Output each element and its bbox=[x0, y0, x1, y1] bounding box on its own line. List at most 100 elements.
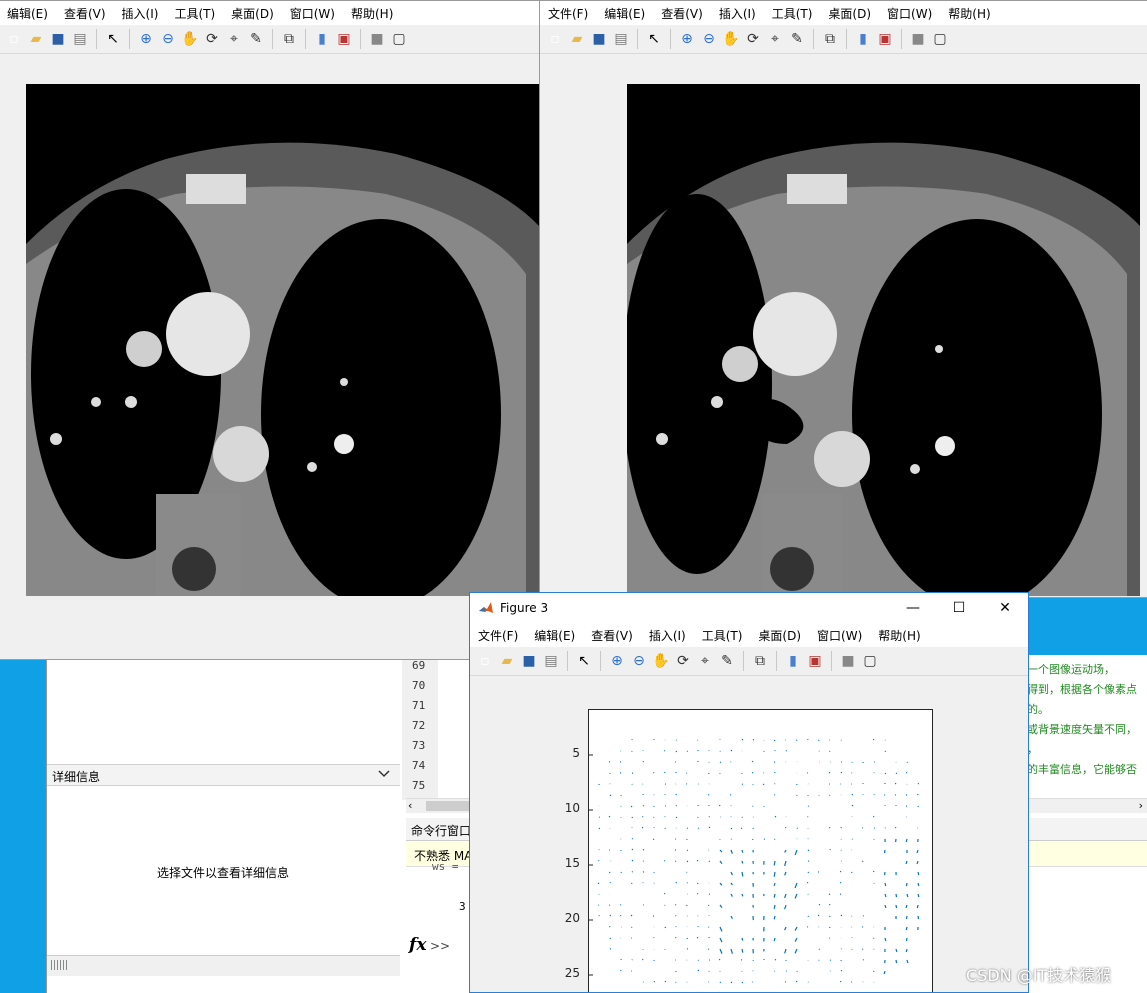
scroll-left-icon[interactable]: ‹ bbox=[408, 799, 412, 812]
toolbar-separator bbox=[901, 29, 902, 49]
zoom-in-icon[interactable]: ⊕ bbox=[608, 652, 626, 670]
zoom-in-icon[interactable]: ⊕ bbox=[137, 30, 155, 48]
dock-icon[interactable]: ▢ bbox=[931, 30, 949, 48]
close-button[interactable]: ✕ bbox=[982, 593, 1028, 623]
legend-icon[interactable]: ▣ bbox=[806, 652, 824, 670]
legend-icon[interactable]: ▣ bbox=[335, 30, 353, 48]
quiver-arrow bbox=[741, 893, 744, 897]
cmd-output-1: ws = bbox=[432, 860, 459, 873]
rotate-3d-icon[interactable]: ⟳ bbox=[674, 652, 692, 670]
quiver-arrow bbox=[839, 980, 842, 983]
select-arrow-icon[interactable]: ↖ bbox=[104, 30, 122, 48]
quiver-arrow bbox=[828, 771, 831, 774]
menu-item[interactable]: 窗口(W) bbox=[282, 5, 343, 22]
menu-item[interactable]: 桌面(D) bbox=[223, 5, 282, 22]
minimize-button[interactable]: — bbox=[890, 593, 936, 623]
menu-item[interactable]: 文件(F) bbox=[540, 5, 596, 22]
quiver-arrow bbox=[773, 904, 776, 909]
open-file-icon[interactable]: ▰ bbox=[27, 30, 45, 48]
menu-item[interactable]: 帮助(H) bbox=[940, 5, 998, 22]
menu-item[interactable]: 帮助(H) bbox=[343, 5, 401, 22]
details-header[interactable]: 详细信息 bbox=[47, 764, 400, 786]
quiver-arrow bbox=[708, 860, 711, 863]
print-icon[interactable]: ▤ bbox=[612, 30, 630, 48]
scroll-thumb[interactable] bbox=[426, 801, 471, 811]
menu-item[interactable]: 文件(F) bbox=[470, 627, 526, 644]
new-figure-icon[interactable]: ▫ bbox=[476, 652, 494, 670]
quiver-arrow bbox=[609, 937, 612, 940]
hide-tools-icon[interactable]: ■ bbox=[839, 652, 857, 670]
menu-item[interactable]: 查看(V) bbox=[583, 627, 641, 644]
pan-hand-icon[interactable]: ✋ bbox=[181, 30, 199, 48]
select-arrow-icon[interactable]: ↖ bbox=[645, 30, 663, 48]
brush-icon[interactable]: ✎ bbox=[247, 30, 265, 48]
menu-item[interactable]: 编辑(E) bbox=[596, 5, 653, 22]
dock-icon[interactable]: ▢ bbox=[390, 30, 408, 48]
brush-icon[interactable]: ✎ bbox=[788, 30, 806, 48]
zoom-in-icon[interactable]: ⊕ bbox=[678, 30, 696, 48]
data-cursor-icon[interactable]: ⌖ bbox=[225, 30, 243, 48]
menu-item[interactable]: 插入(I) bbox=[114, 5, 167, 22]
menu-item[interactable]: 查看(V) bbox=[653, 5, 711, 22]
rotate-3d-icon[interactable]: ⟳ bbox=[744, 30, 762, 48]
command-window-label: 命令行窗口 bbox=[411, 824, 472, 838]
brush-icon[interactable]: ✎ bbox=[718, 652, 736, 670]
open-file-icon[interactable]: ▰ bbox=[498, 652, 516, 670]
menu-item[interactable]: 桌面(D) bbox=[750, 627, 809, 644]
pan-hand-icon[interactable]: ✋ bbox=[722, 30, 740, 48]
data-cursor-icon[interactable]: ⌖ bbox=[696, 652, 714, 670]
menu-item[interactable]: 桌面(D) bbox=[820, 5, 879, 22]
open-file-icon[interactable]: ▰ bbox=[568, 30, 586, 48]
menu-item[interactable]: 编辑(E) bbox=[526, 627, 583, 644]
scroll-right-icon[interactable]: › bbox=[1139, 799, 1143, 812]
save-icon[interactable]: ■ bbox=[590, 30, 608, 48]
menu-item[interactable]: 插入(I) bbox=[711, 5, 764, 22]
command-prompt-row[interactable]: fx >> bbox=[406, 935, 466, 959]
link-plot-icon[interactable]: ⧉ bbox=[280, 30, 298, 48]
menu-item[interactable]: 编辑(E) bbox=[0, 5, 56, 22]
quiver-arrow bbox=[675, 816, 678, 819]
menu-item[interactable]: 工具(T) bbox=[166, 5, 223, 22]
colorbar-icon[interactable]: ▮ bbox=[313, 30, 331, 48]
pan-hand-icon[interactable]: ✋ bbox=[652, 652, 670, 670]
colorbar-icon[interactable]: ▮ bbox=[784, 652, 802, 670]
hide-tools-icon[interactable]: ■ bbox=[368, 30, 386, 48]
menu-item[interactable]: 插入(I) bbox=[641, 627, 694, 644]
resize-grip-icon[interactable] bbox=[51, 960, 69, 970]
menu-item[interactable]: 窗口(W) bbox=[879, 5, 940, 22]
save-icon[interactable]: ■ bbox=[520, 652, 538, 670]
rotate-3d-icon[interactable]: ⟳ bbox=[203, 30, 221, 48]
menu-item[interactable]: 工具(T) bbox=[694, 627, 751, 644]
print-icon[interactable]: ▤ bbox=[71, 30, 89, 48]
quiver-arrow bbox=[609, 881, 611, 884]
zoom-out-icon[interactable]: ⊖ bbox=[159, 30, 177, 48]
new-figure-icon[interactable]: ▫ bbox=[5, 30, 23, 48]
menu-item[interactable]: 查看(V) bbox=[56, 5, 114, 22]
save-icon[interactable]: ■ bbox=[49, 30, 67, 48]
colorbar-icon[interactable]: ▮ bbox=[854, 30, 872, 48]
print-icon[interactable]: ▤ bbox=[542, 652, 560, 670]
legend-icon[interactable]: ▣ bbox=[876, 30, 894, 48]
fx-icon[interactable]: fx bbox=[409, 935, 426, 955]
zoom-out-icon[interactable]: ⊖ bbox=[630, 652, 648, 670]
link-plot-icon[interactable]: ⧉ bbox=[821, 30, 839, 48]
figure1-menubar: 编辑(E) 查看(V) 插入(I) 工具(T) 桌面(D) 窗口(W) 帮助(H) bbox=[0, 1, 539, 25]
quiver-arrow bbox=[675, 804, 678, 807]
link-plot-icon[interactable]: ⧉ bbox=[751, 652, 769, 670]
hide-tools-icon[interactable]: ■ bbox=[909, 30, 927, 48]
figure3-titlebar[interactable]: Figure 3 — ☐ ✕ bbox=[470, 593, 1028, 623]
menu-item[interactable]: 窗口(W) bbox=[809, 627, 870, 644]
data-cursor-icon[interactable]: ⌖ bbox=[766, 30, 784, 48]
maximize-button[interactable]: ☐ bbox=[936, 593, 982, 623]
chevron-down-icon[interactable] bbox=[378, 767, 390, 782]
menu-item[interactable]: 工具(T) bbox=[764, 5, 821, 22]
quiver-arrow bbox=[872, 815, 875, 818]
new-figure-icon[interactable]: ▫ bbox=[546, 30, 564, 48]
quiver-arrow bbox=[784, 893, 787, 899]
quiver-arrow bbox=[794, 893, 798, 899]
menu-item[interactable]: 帮助(H) bbox=[870, 627, 928, 644]
select-arrow-icon[interactable]: ↖ bbox=[575, 652, 593, 670]
figure-window-3: Figure 3 — ☐ ✕ 文件(F) 编辑(E) 查看(V) 插入(I) 工具(T)… bbox=[469, 592, 1029, 993]
dock-icon[interactable]: ▢ bbox=[861, 652, 879, 670]
zoom-out-icon[interactable]: ⊖ bbox=[700, 30, 718, 48]
